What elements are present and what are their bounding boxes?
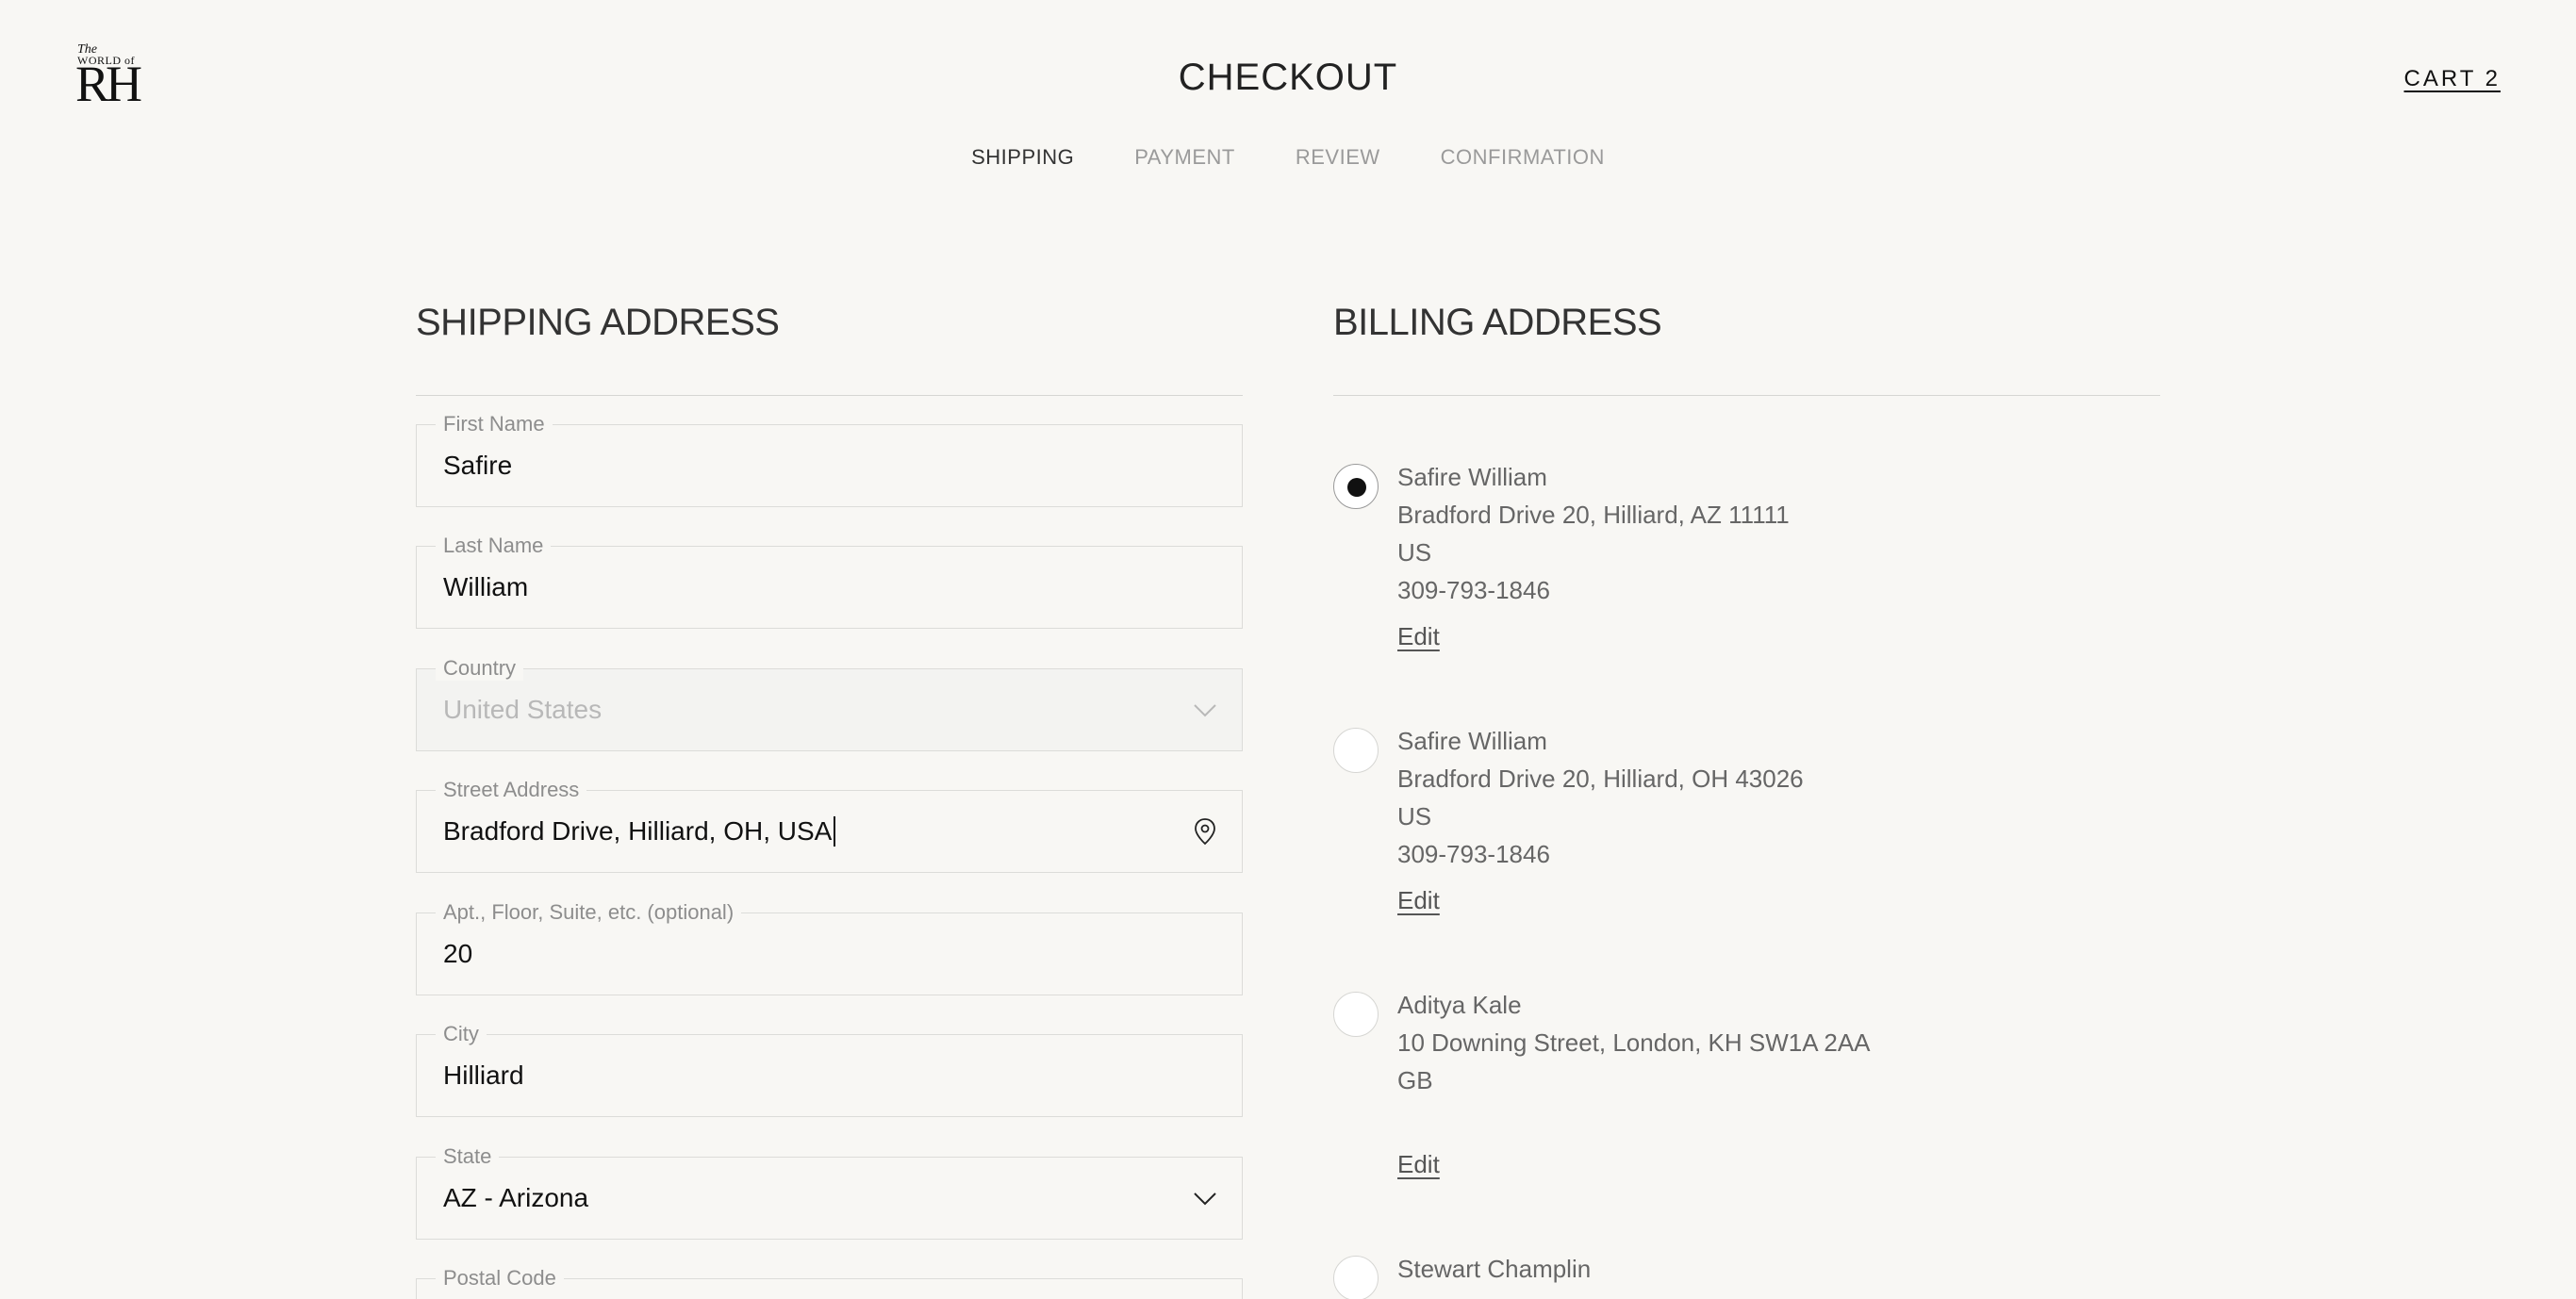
address-name: Safire William	[1397, 727, 1547, 755]
street-address-label: Street Address	[436, 778, 587, 802]
address-radio[interactable]	[1333, 1256, 1379, 1299]
address-country: US	[1397, 538, 1432, 567]
address-radio[interactable]	[1333, 728, 1379, 773]
edit-address-link[interactable]: Edit	[1397, 622, 1440, 651]
address-phone: 309-793-1846	[1397, 840, 1550, 868]
address-details: Stewart Champlin	[1397, 1250, 1591, 1288]
address-radio-selected[interactable]	[1333, 464, 1379, 509]
location-pin-icon[interactable]	[1191, 817, 1219, 846]
shipping-section: SHIPPING ADDRESS First Name Safire Last …	[416, 302, 1243, 1299]
address-radio[interactable]	[1333, 992, 1379, 1037]
address-phone: 309-793-1846	[1397, 576, 1550, 604]
street-address-value: Bradford Drive, Hilliard, OH, USA	[443, 816, 833, 846]
postal-code-field[interactable]: Postal Code	[416, 1266, 1243, 1299]
apt-field[interactable]: Apt., Floor, Suite, etc. (optional) 20	[416, 900, 1243, 995]
shipping-divider	[416, 395, 1243, 396]
first-name-value: Safire	[443, 451, 513, 480]
postal-code-label: Postal Code	[436, 1266, 564, 1291]
first-name-label: First Name	[436, 412, 553, 436]
apt-value: 20	[443, 939, 473, 968]
state-label: State	[436, 1144, 500, 1169]
apt-label: Apt., Floor, Suite, etc. (optional)	[436, 900, 742, 925]
step-shipping[interactable]: SHIPPING	[971, 145, 1074, 170]
chevron-down-icon[interactable]	[1191, 1184, 1219, 1212]
step-payment[interactable]: PAYMENT	[1134, 145, 1235, 170]
checkout-steps: SHIPPING PAYMENT REVIEW CONFIRMATION	[0, 145, 2576, 170]
edit-address-link[interactable]: Edit	[1397, 1150, 1440, 1179]
address-line: Bradford Drive 20, Hilliard, AZ 11111	[1397, 501, 1790, 529]
address-country: GB	[1397, 1066, 1433, 1094]
page-title: CHECKOUT	[1178, 57, 1398, 98]
street-address-field[interactable]: Street Address Bradford Drive, Hilliard,…	[416, 778, 1243, 873]
cart-link[interactable]: CART 2	[2404, 66, 2501, 92]
last-name-field[interactable]: Last Name William	[416, 534, 1243, 629]
shipping-title: SHIPPING ADDRESS	[416, 302, 780, 343]
address-name: Aditya Kale	[1397, 991, 1522, 1019]
address-line: Bradford Drive 20, Hilliard, OH 43026	[1397, 765, 1804, 793]
country-value: United States	[443, 695, 603, 724]
city-field[interactable]: City Hilliard	[416, 1022, 1243, 1117]
last-name-label: Last Name	[436, 534, 552, 558]
checkout-page: The WORLD of RH CHECKOUT CART 2 SHIPPING…	[0, 0, 2576, 1299]
first-name-field[interactable]: First Name Safire	[416, 412, 1243, 507]
address-name: Safire William	[1397, 463, 1547, 491]
state-value: AZ - Arizona	[443, 1183, 589, 1212]
country-label: Country	[436, 656, 524, 681]
text-cursor	[834, 816, 835, 847]
billing-section: BILLING ADDRESS Safire William Bradford …	[1333, 302, 2160, 1299]
city-value: Hilliard	[443, 1061, 524, 1090]
address-details: Aditya Kale 10 Downing Street, London, K…	[1397, 986, 1871, 1099]
billing-title: BILLING ADDRESS	[1333, 302, 1662, 343]
address-line: 10 Downing Street, London, KH SW1A 2AA	[1397, 1028, 1871, 1057]
edit-address-link[interactable]: Edit	[1397, 886, 1440, 915]
chevron-down-icon	[1194, 704, 1216, 717]
address-details: Safire William Bradford Drive 20, Hillia…	[1397, 458, 1790, 609]
address-country: US	[1397, 802, 1432, 830]
step-review[interactable]: REVIEW	[1296, 145, 1380, 170]
address-name: Stewart Champlin	[1397, 1255, 1592, 1283]
step-confirmation[interactable]: CONFIRMATION	[1441, 145, 1605, 170]
country-select: Country United States	[416, 656, 1243, 751]
state-select[interactable]: State AZ - Arizona	[416, 1144, 1243, 1240]
address-details: Safire William Bradford Drive 20, Hillia…	[1397, 722, 1804, 873]
city-label: City	[436, 1022, 487, 1046]
billing-divider	[1333, 395, 2160, 396]
last-name-value: William	[443, 572, 529, 601]
